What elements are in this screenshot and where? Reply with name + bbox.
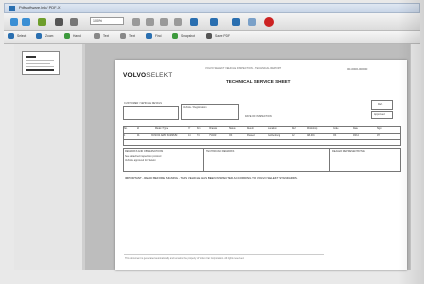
stop-icon[interactable] [264, 17, 274, 27]
th-chassis: Chassis [209, 128, 218, 130]
td-workshop: AB-001 [307, 135, 315, 137]
dealer-label: DEALER REPRESENTATIVE [332, 150, 365, 153]
snapshot-icon[interactable] [172, 33, 178, 39]
last-page-icon[interactable] [174, 18, 182, 26]
page-thumbnail[interactable] [22, 51, 60, 75]
th-ref: Ref [292, 128, 296, 130]
save-icon[interactable] [55, 18, 63, 26]
th-location: Location [268, 128, 277, 130]
brand-bold: VOLVO [123, 72, 147, 79]
window-title: Pdfsoftware.lnk/ PDF-X [19, 5, 61, 10]
doc-heading: TECHNICAL SERVICE SHEET [226, 79, 291, 84]
select-icon[interactable] [8, 33, 14, 39]
td-chassis: YV1DZ [209, 135, 217, 137]
td-ref: 12 [292, 135, 295, 137]
td-model: XC60 D4 AWD SUMMUM [151, 135, 178, 137]
th-no: No. [124, 128, 128, 130]
th-id: Id [137, 128, 139, 130]
zoom-select[interactable]: 100% [90, 17, 124, 25]
customer-label: CUSTOMER / VEHICLE DETAILS [124, 102, 162, 105]
brand-logo: VOLVOSELEKT [123, 72, 172, 79]
zoom-icon[interactable] [248, 18, 256, 26]
th-sign: Sign [377, 128, 382, 130]
td-status: OK [229, 135, 233, 137]
text-icon[interactable] [94, 33, 100, 39]
title-bar: Pdfsoftware.lnk/ PDF-X [4, 3, 420, 13]
pdf-page: VOLVO SELEKT VEHICLE INSPECTION - TECHNI… [115, 60, 407, 270]
notes-label: REMARKS AND OBSERVATIONS [125, 150, 164, 153]
app-icon [9, 6, 15, 11]
vehicle-label: Vehicle / Registration [183, 106, 207, 109]
td-code: OK [333, 135, 337, 137]
notes-sub: See attached inspection protocol [125, 155, 162, 158]
th-workshop: Workshop [307, 128, 318, 130]
open-folder-icon[interactable] [38, 18, 46, 26]
th-km: Km [197, 128, 201, 130]
notes-sub2: Vehicle approved for Selekt [125, 159, 156, 162]
zoom-tool-icon[interactable] [36, 33, 42, 39]
td-no: 1 [124, 135, 126, 137]
play-icon[interactable] [210, 18, 218, 26]
first-page-icon[interactable] [132, 18, 140, 26]
fast-forward-icon[interactable] [232, 18, 240, 26]
th-code: Code [333, 128, 339, 130]
text2-label[interactable]: Text [129, 34, 135, 38]
rewind-icon[interactable] [190, 18, 198, 26]
th-yr: Yr [188, 128, 191, 130]
warning-text: IMPORTANT - READ BEFORE SIGNING - THIS V… [125, 176, 298, 180]
td-sign: JH [377, 135, 380, 137]
zoom-label[interactable]: Zoom [45, 34, 53, 38]
snapshot-label[interactable]: Snapshot [181, 34, 195, 38]
app-window: Pdfsoftware.lnk/ PDF-X 100% Select Zoom … [0, 0, 424, 284]
td-location: Gothenburg [268, 135, 281, 137]
doc-subheader: VOLVO SELEKT VEHICLE INSPECTION - TECHNI… [205, 67, 282, 70]
print-icon[interactable] [70, 18, 78, 26]
next-page-icon[interactable] [160, 18, 168, 26]
save-pdf-label[interactable]: Save PDF [215, 34, 230, 38]
th-result: Result [247, 128, 254, 130]
hand-label[interactable]: Hand [73, 34, 81, 38]
th-model: Model / Type [155, 128, 169, 130]
technician-label: TECHNICIAN REMARKS [206, 150, 235, 153]
prev-page-icon[interactable] [146, 18, 154, 26]
forward-arrow-icon[interactable] [22, 18, 30, 26]
td-id: 01 [137, 135, 140, 137]
footer-text: This document is generated automatically… [125, 257, 245, 260]
approved-label: Approved [374, 113, 385, 116]
td-yr: 14 [188, 135, 191, 137]
back-arrow-icon[interactable] [10, 18, 18, 26]
save-pdf-icon[interactable] [206, 33, 212, 39]
find-icon[interactable] [146, 33, 152, 39]
brand-rest: SELEKT [146, 72, 173, 79]
th-date: Date [353, 128, 358, 130]
date-label: DATE OF INSPECTION [245, 115, 272, 118]
thumbnail-panel[interactable] [14, 44, 83, 270]
text-label[interactable]: Text [103, 34, 109, 38]
doc-number: 00-0000-00000 [347, 67, 368, 71]
hand-icon[interactable] [64, 33, 70, 39]
th-status: Status [229, 128, 236, 130]
customer-box [123, 106, 179, 120]
vertical-scrollbar[interactable] [410, 44, 421, 270]
text2-icon[interactable] [120, 33, 126, 39]
select-label[interactable]: Select [17, 34, 26, 38]
td-result: Passed [247, 135, 255, 137]
ref-label: Ref. [378, 103, 383, 106]
td-km: 74 [197, 135, 200, 137]
td-date: 03/14 [353, 135, 359, 137]
find-label[interactable]: Find [155, 34, 161, 38]
